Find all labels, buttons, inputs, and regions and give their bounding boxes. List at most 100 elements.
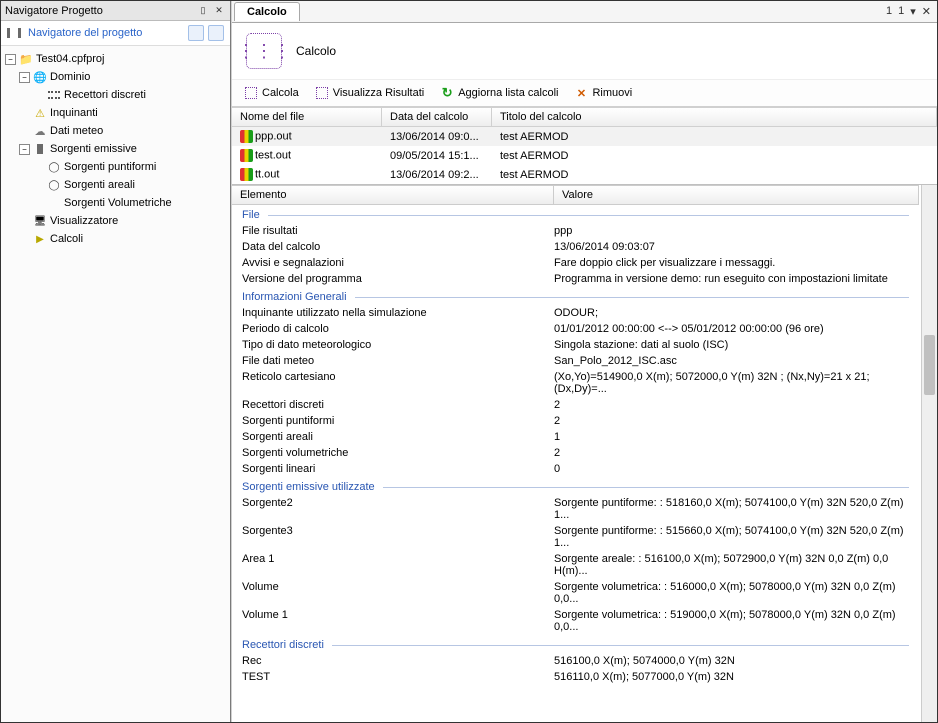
property-row[interactable]: File risultatippp — [232, 223, 919, 239]
tree-visual[interactable]: Visualizzatore — [1, 212, 230, 230]
property-key: Tipo di dato meteorologico — [232, 338, 554, 352]
property-value: 2 — [554, 398, 919, 412]
property-key: File dati meteo — [232, 354, 554, 368]
doc-icon-a[interactable] — [188, 25, 204, 41]
collapse-icon[interactable]: − — [19, 144, 30, 155]
tab-label: Calcolo — [247, 6, 287, 18]
property-row[interactable]: File dati meteoSan_Polo_2012_ISC.asc — [232, 353, 919, 369]
viewer-icon — [33, 214, 47, 228]
tree-volumetriche[interactable]: Sorgenti Volumetriche — [1, 194, 230, 212]
aggiorna-button[interactable]: Aggiorna lista calcoli — [434, 83, 564, 103]
property-key: File risultati — [232, 224, 554, 238]
property-row[interactable]: Periodo di calcolo01/01/2012 00:00:00 <-… — [232, 321, 919, 337]
col-titolo[interactable]: Titolo del calcolo — [492, 108, 937, 126]
property-row[interactable]: TEST516110,0 X(m); 5077000,0 Y(m) 32N — [232, 669, 919, 685]
property-row[interactable]: Data del calcolo13/06/2014 09:03:07 — [232, 239, 919, 255]
file-title: test AERMOD — [492, 169, 937, 181]
tree-recettori[interactable]: Recettori discreti — [1, 86, 230, 104]
property-key: Inquinante utilizzato nella simulazione — [232, 306, 554, 320]
file-name: test.out — [255, 149, 291, 161]
property-value: 2 — [554, 446, 919, 460]
property-row[interactable]: Area 1Sorgente areale: : 516100,0 X(m); … — [232, 551, 919, 579]
dropdown-icon[interactable]: ▾ — [910, 5, 916, 18]
tree-label: Sorgenti puntiformi — [64, 161, 156, 173]
scrollbar[interactable] — [921, 185, 937, 722]
collapse-icon[interactable]: − — [19, 72, 30, 83]
property-row[interactable]: Sorgenti lineari0 — [232, 461, 919, 477]
property-row[interactable]: Volume 1Sorgente volumetrica: : 519000,0… — [232, 607, 919, 635]
tree-inquinanti[interactable]: Inquinanti — [1, 104, 230, 122]
rimuovi-button[interactable]: Rimuovi — [568, 83, 638, 103]
refresh-icon — [440, 86, 454, 100]
file-row[interactable]: tt.out13/06/2014 09:2...test AERMOD — [232, 165, 937, 184]
property-key: Area 1 — [232, 552, 554, 578]
tree-meteo[interactable]: Dati meteo — [1, 122, 230, 140]
tree-label: Dominio — [50, 71, 90, 83]
visualizza-button[interactable]: Visualizza Risultati — [309, 83, 431, 103]
meteo-icon — [33, 124, 47, 138]
tree-label: Recettori discreti — [64, 89, 146, 101]
tree-label: Inquinanti — [50, 107, 98, 119]
property-row[interactable]: Tipo di dato meteorologicoSingola stazio… — [232, 337, 919, 353]
property-value: Sorgente volumetrica: : 516000,0 X(m); 5… — [554, 580, 919, 606]
property-row[interactable]: Avvisi e segnalazioniFare doppio click p… — [232, 255, 919, 271]
close-tab-icon[interactable]: ✕ — [922, 5, 931, 18]
tab-calcolo[interactable]: Calcolo — [234, 2, 300, 21]
property-row[interactable]: Rec516100,0 X(m); 5074000,0 Y(m) 32N — [232, 653, 919, 669]
property-value: San_Polo_2012_ISC.asc — [554, 354, 919, 368]
tree-areali[interactable]: Sorgenti areali — [1, 176, 230, 194]
property-row[interactable]: Versione del programmaProgramma in versi… — [232, 271, 919, 287]
property-row[interactable]: Sorgente3Sorgente puntiforme: : 515660,0… — [232, 523, 919, 551]
doc-icon-b[interactable] — [208, 25, 224, 41]
next-tab-icon[interactable]: 1 — [898, 5, 904, 18]
prev-tab-icon[interactable]: 1 — [886, 5, 892, 18]
col-data[interactable]: Data del calcolo — [382, 108, 492, 126]
property-row[interactable]: Sorgente2Sorgente puntiforme: : 518160,0… — [232, 495, 919, 523]
globe-icon — [33, 70, 47, 84]
col-nome[interactable]: Nome del file — [232, 108, 382, 126]
tree-root[interactable]: −Test04.cpfproj — [1, 50, 230, 68]
point-source-icon — [47, 160, 61, 174]
col-elemento[interactable]: Elemento — [232, 186, 554, 204]
tree-sorgenti[interactable]: −Sorgenti emissive — [1, 140, 230, 158]
property-key: Sorgenti puntiformi — [232, 414, 554, 428]
property-row[interactable]: VolumeSorgente volumetrica: : 516000,0 X… — [232, 579, 919, 607]
close-icon[interactable]: ✕ — [212, 4, 226, 18]
pin-icon[interactable]: ▯ — [196, 4, 210, 18]
tree-calcoli[interactable]: Calcoli — [1, 230, 230, 248]
tree-label: Calcoli — [50, 233, 83, 245]
property-key: Sorgenti volumetriche — [232, 446, 554, 460]
navigator-toolbar: Navigatore del progetto — [1, 21, 230, 46]
col-valore[interactable]: Valore — [554, 186, 919, 204]
file-row[interactable]: test.out09/05/2014 15:1...test AERMOD — [232, 146, 937, 165]
file-row[interactable]: ppp.out13/06/2014 09:0...test AERMOD — [232, 127, 937, 146]
property-row[interactable]: Reticolo cartesiano(Xo,Yo)=514900,0 X(m)… — [232, 369, 919, 397]
list-icon — [7, 28, 21, 38]
file-list-header: Nome del file Data del calcolo Titolo de… — [232, 107, 937, 127]
tree-label: Visualizzatore — [50, 215, 118, 227]
page-title: Calcolo — [296, 44, 336, 58]
property-value: 2 — [554, 414, 919, 428]
property-row[interactable]: Recettori discreti2 — [232, 397, 919, 413]
property-value: Programma in versione demo: run eseguito… — [554, 272, 919, 286]
tree-dominio[interactable]: − Dominio — [1, 68, 230, 86]
tree-punti[interactable]: Sorgenti puntiformi — [1, 158, 230, 176]
calcola-button[interactable]: Calcola — [238, 83, 305, 103]
file-name: tt.out — [255, 168, 279, 180]
property-row[interactable]: Sorgenti puntiformi2 — [232, 413, 919, 429]
tree-label: Dati meteo — [50, 125, 103, 137]
property-value: Sorgente puntiforme: : 515660,0 X(m); 50… — [554, 524, 919, 550]
property-row[interactable]: Sorgenti areali1 — [232, 429, 919, 445]
property-row[interactable]: Sorgenti volumetriche2 — [232, 445, 919, 461]
navigator-link[interactable]: Navigatore del progetto — [28, 27, 188, 39]
volume-source-icon — [47, 196, 61, 210]
property-key: Recettori discreti — [232, 398, 554, 412]
file-date: 09/05/2014 15:1... — [382, 150, 492, 162]
property-key: Versione del programma — [232, 272, 554, 286]
collapse-icon[interactable]: − — [5, 54, 16, 65]
property-value: 01/01/2012 00:00:00 <--> 05/01/2012 00:0… — [554, 322, 919, 336]
property-row[interactable]: Inquinante utilizzato nella simulazioneO… — [232, 305, 919, 321]
file-icon — [240, 130, 253, 143]
property-value: ODOUR; — [554, 306, 919, 320]
page-title-row: ⋮⋮⋮ Calcolo — [232, 23, 937, 79]
